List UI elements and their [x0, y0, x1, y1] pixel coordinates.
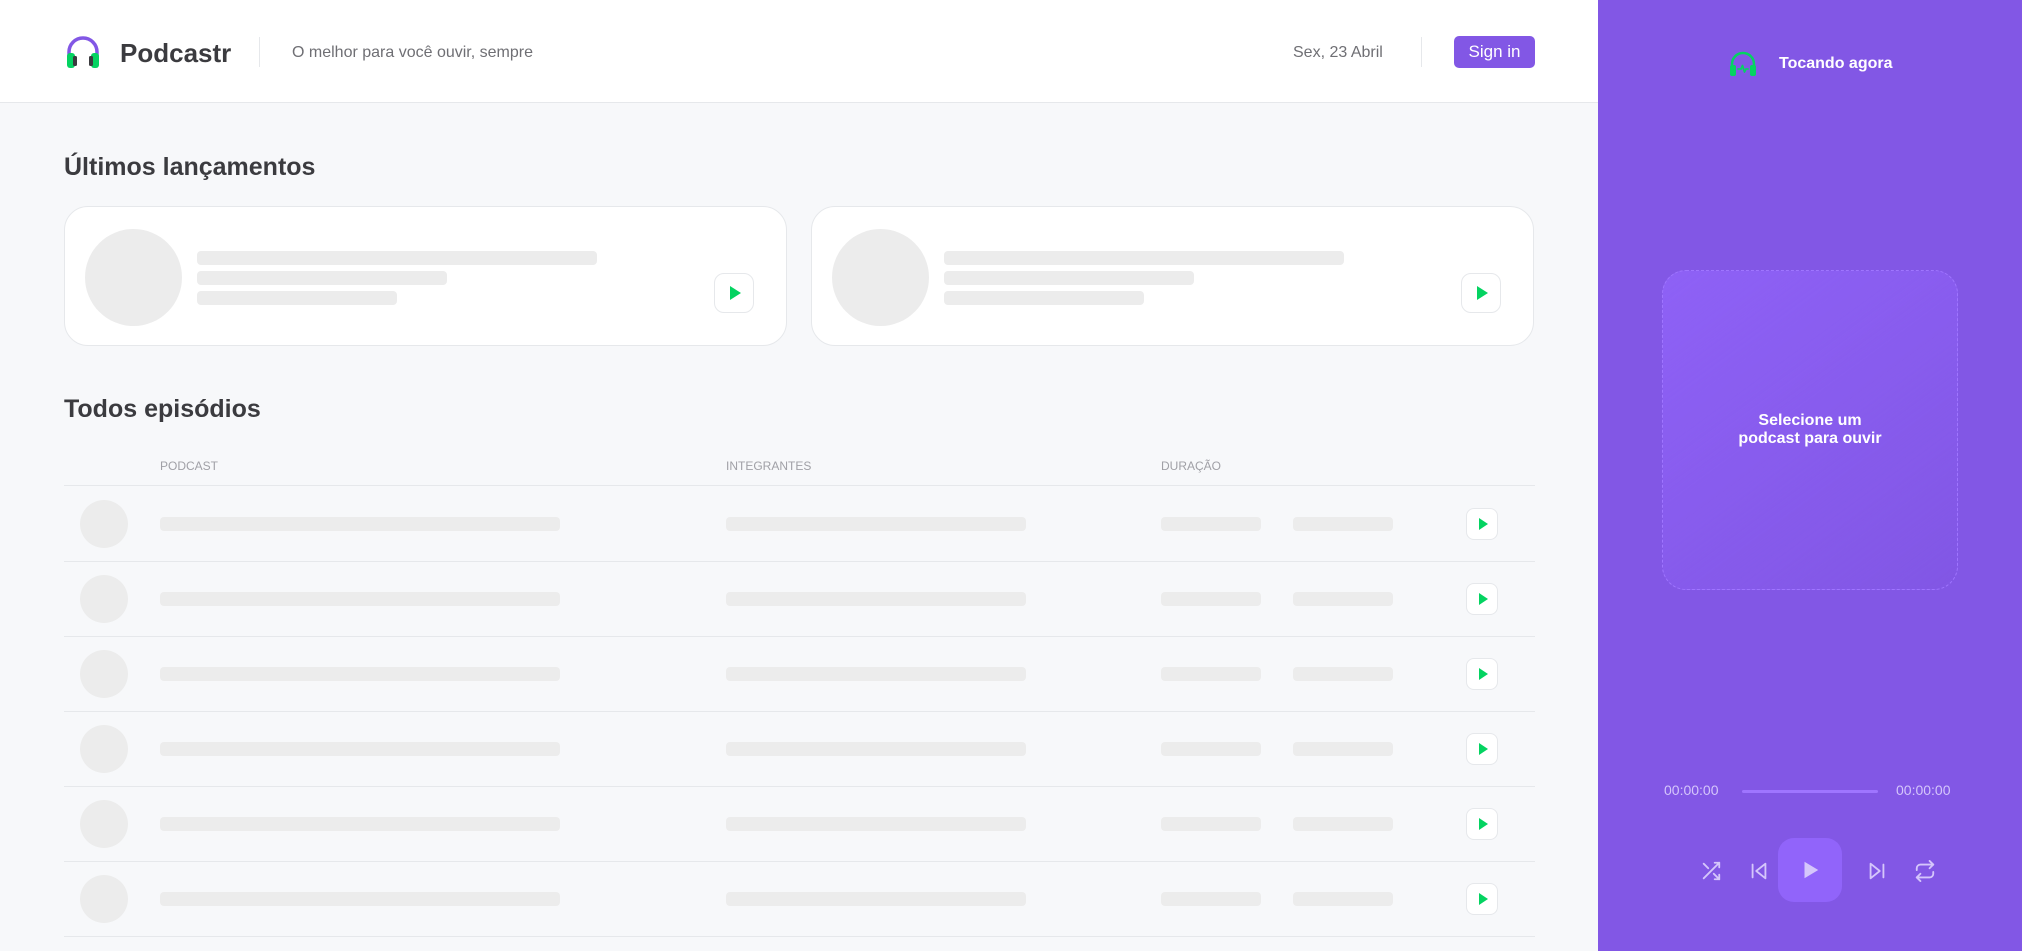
podcast-placeholder	[160, 517, 560, 531]
next-button[interactable]	[1861, 855, 1893, 887]
episode-thumbnail	[85, 229, 182, 326]
members-placeholder	[726, 892, 1026, 906]
members-placeholder	[726, 742, 1026, 756]
title-placeholder	[197, 251, 597, 265]
repeat-button[interactable]	[1909, 855, 1941, 887]
play-episode-button[interactable]	[1466, 583, 1498, 615]
table-row	[64, 711, 1535, 786]
episode-thumbnail	[80, 650, 128, 698]
play-episode-button[interactable]	[1466, 808, 1498, 840]
previous-icon	[1751, 862, 1767, 880]
play-icon	[1479, 518, 1488, 530]
all-episodes-title: Todos episódios	[64, 395, 261, 423]
play-icon	[1479, 818, 1488, 830]
table-row	[64, 861, 1535, 936]
main-area: Podcastr O melhor para você ouvir, sempr…	[0, 0, 1598, 951]
episode-thumbnail	[80, 500, 128, 548]
shuffle-icon	[1702, 861, 1721, 881]
podcast-placeholder	[160, 592, 560, 606]
date-placeholder	[1161, 742, 1261, 756]
current-date: Sex, 23 Abril	[1293, 44, 1383, 61]
play-pause-button[interactable]	[1778, 838, 1842, 902]
duration-placeholder	[1293, 892, 1393, 906]
latest-title: Últimos lançamentos	[64, 153, 316, 181]
table-row	[64, 486, 1535, 561]
play-episode-button[interactable]	[1466, 658, 1498, 690]
episode-thumbnail	[80, 575, 128, 623]
latest-episode-card	[811, 206, 1534, 346]
date-placeholder	[1161, 892, 1261, 906]
date-placeholder	[1161, 817, 1261, 831]
previous-button[interactable]	[1743, 855, 1775, 887]
play-episode-button[interactable]	[1466, 733, 1498, 765]
duration-placeholder	[1293, 667, 1393, 681]
header-divider	[259, 37, 260, 67]
latest-episode-card	[64, 206, 787, 346]
empty-message-line: Selecione um	[1758, 412, 1862, 429]
column-header-duration: DURAÇÃO	[1161, 459, 1222, 473]
play-episode-button[interactable]	[1466, 883, 1498, 915]
members-placeholder	[726, 667, 1026, 681]
shuffle-button[interactable]	[1695, 855, 1727, 887]
headphones-logo-icon	[67, 36, 99, 68]
table-row	[64, 636, 1535, 711]
play-icon	[1477, 286, 1488, 300]
episode-thumbnail	[80, 875, 128, 923]
info-placeholder	[197, 291, 397, 305]
play-icon	[1479, 893, 1488, 905]
date-placeholder	[1161, 592, 1261, 606]
episode-thumbnail	[80, 725, 128, 773]
table-row	[64, 561, 1535, 636]
row-divider	[64, 936, 1535, 937]
header-divider	[1421, 37, 1422, 67]
duration-placeholder	[1293, 742, 1393, 756]
table-row	[64, 786, 1535, 861]
podcast-placeholder	[160, 892, 560, 906]
now-playing-title: Tocando agora	[1779, 55, 1893, 72]
podcast-placeholder	[160, 817, 560, 831]
playing-headphones-icon	[1730, 51, 1756, 76]
play-episode-button[interactable]	[1461, 273, 1501, 313]
play-icon	[1479, 593, 1488, 605]
play-icon	[1479, 668, 1488, 680]
play-icon	[1479, 743, 1488, 755]
column-header-members: INTEGRANTES	[726, 459, 812, 473]
members-placeholder	[197, 271, 447, 285]
members-placeholder	[726, 817, 1026, 831]
total-time: 00:00:00	[1896, 782, 1951, 798]
sign-in-button[interactable]: Sign in	[1454, 36, 1535, 68]
members-placeholder	[726, 517, 1026, 531]
duration-placeholder	[1293, 817, 1393, 831]
empty-player-message: Selecione um podcast para ouvir	[1730, 412, 1890, 448]
player-panel: Tocando agora Selecione um podcast para …	[1598, 0, 2022, 951]
podcast-placeholder	[160, 742, 560, 756]
members-placeholder	[944, 271, 1194, 285]
header: Podcastr O melhor para você ouvir, sempr…	[0, 0, 1598, 103]
episode-thumbnail	[80, 800, 128, 848]
column-header-podcast: PODCAST	[160, 459, 219, 473]
progress-bar[interactable]	[1742, 790, 1878, 793]
duration-placeholder	[1293, 592, 1393, 606]
members-placeholder	[726, 592, 1026, 606]
brand-name: Podcastr	[120, 38, 232, 68]
date-placeholder	[1161, 667, 1261, 681]
play-icon	[730, 286, 741, 300]
play-episode-button[interactable]	[714, 273, 754, 313]
play-icon	[1804, 861, 1819, 879]
tagline: O melhor para você ouvir, sempre	[292, 44, 533, 61]
next-icon	[1869, 862, 1885, 880]
current-time: 00:00:00	[1664, 782, 1719, 798]
empty-message-line: podcast para ouvir	[1738, 430, 1882, 447]
play-episode-button[interactable]	[1466, 508, 1498, 540]
date-placeholder	[1161, 517, 1261, 531]
episode-thumbnail	[832, 229, 929, 326]
repeat-icon	[1915, 860, 1935, 882]
empty-player-placeholder: Selecione um podcast para ouvir	[1662, 270, 1958, 590]
info-placeholder	[944, 291, 1144, 305]
duration-placeholder	[1293, 517, 1393, 531]
title-placeholder	[944, 251, 1344, 265]
podcast-placeholder	[160, 667, 560, 681]
